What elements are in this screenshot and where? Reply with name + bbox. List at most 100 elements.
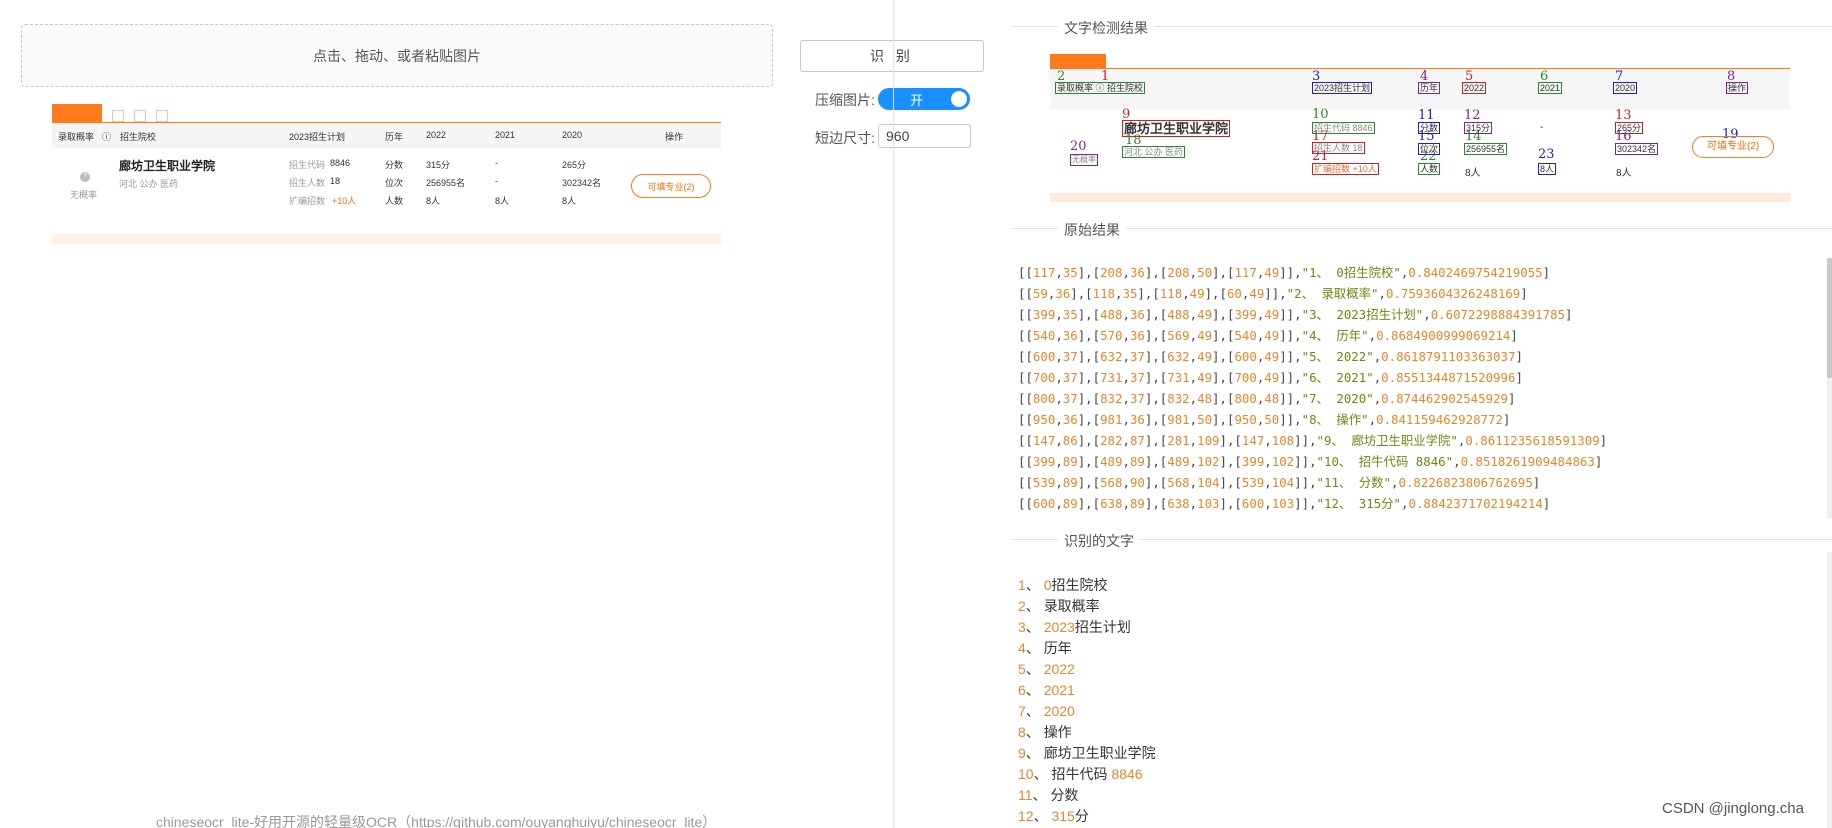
short-side-label: 短边尺寸: <box>815 130 875 146</box>
image-upload-area[interactable]: 点击、拖动、或者粘贴图片 <box>21 24 773 87</box>
expand-value: +10人 <box>332 196 357 206</box>
y2022-people: 8人 <box>426 196 441 206</box>
det-box: 2020 <box>1613 82 1638 94</box>
det-box: 2023招生计划 <box>1312 82 1373 94</box>
y2022-score: 315分 <box>426 160 451 170</box>
det-plain: - <box>1540 122 1544 133</box>
short-side-input[interactable] <box>878 124 971 148</box>
preview-tab <box>156 110 168 122</box>
det-box: 位次 <box>1418 143 1441 155</box>
raw-title: 原始结果 <box>1058 220 1126 240</box>
raw-line: [[539,89],[568,90],[568,104],[539,104]],… <box>1018 475 1541 490</box>
raw-line: [[950,36],[981,36],[981,50],[950,50]],"8… <box>1018 412 1511 427</box>
preview-header-cell: 录取概率 <box>58 132 95 142</box>
det-box: 招生代码 8846 <box>1312 122 1375 134</box>
preview-header-cell: 招生院校 <box>120 132 157 142</box>
det-topbar <box>1050 44 1790 68</box>
y2020-score: 265分 <box>562 160 587 170</box>
det-number: 20 <box>1070 139 1087 154</box>
det-box: 256955名 <box>1464 143 1508 155</box>
uploaded-image-preview: 录取概率 ⓘ 招生院校 2023招生计划 历年 2022 2021 2020 操… <box>52 104 721 244</box>
y2020-rank: 302342名 <box>562 178 602 188</box>
compress-label: 压缩图片: <box>815 92 875 108</box>
raw-line: [[59,36],[118,35],[118,49],[60,49]],"2、 … <box>1018 286 1528 301</box>
det-box: 可填专业(2) <box>1692 136 1775 158</box>
preview-tab <box>134 110 146 122</box>
preview-row: ? 无概率 廊坊卫生职业学院 河北 公办 医药 招生代码 8846 招生人数 1… <box>52 148 721 234</box>
code-value: 8846 <box>330 158 351 168</box>
det-plain: 8人 <box>1465 168 1481 179</box>
upload-hint: 点击、拖动、或者粘贴图片 <box>313 47 481 64</box>
recognized-index: 2 <box>1018 598 1026 614</box>
raw-line: [[399,89],[489,89],[489,102],[399,102]],… <box>1018 454 1603 469</box>
y2020-people: 8人 <box>562 196 577 206</box>
det-box: 315分 <box>1464 122 1493 134</box>
det-number: 12 <box>1464 108 1481 123</box>
preview-footband <box>52 234 721 244</box>
count-label: 招生人数 <box>289 178 326 188</box>
recognized-item: 1、 0招生院校 <box>1018 577 1108 593</box>
preview-tab-active <box>52 104 102 122</box>
det-tab-active <box>1050 54 1106 68</box>
kind-people: 人数 <box>385 196 404 206</box>
preview-header-cell: 2020 <box>562 130 583 140</box>
det-box: 无概率 <box>1070 154 1098 166</box>
question-icon: ? <box>80 172 90 182</box>
recognized-item: 2、 录取概率 <box>1018 598 1100 614</box>
raw-line: [[117,35],[208,36],[208,50],[117,49]],"1… <box>1018 265 1551 280</box>
det-box: 历年 <box>1418 82 1441 94</box>
compress-toggle[interactable]: 开 <box>878 88 970 110</box>
raw-line: [[399,35],[488,36],[488,49],[399,49]],"3… <box>1018 307 1573 322</box>
recognized-item: 9、 廊坊卫生职业学院 <box>1018 745 1156 761</box>
det-number: 23 <box>1538 147 1555 162</box>
raw-line: [[540,36],[570,36],[569,49],[540,49]],"4… <box>1018 328 1518 343</box>
school-tags: 河北 公办 医药 <box>119 179 179 189</box>
footer-credit: chineseocr_lite-好用开源的轻量级OCR（https://gith… <box>156 814 717 828</box>
recognized-index: 11 <box>1018 787 1033 803</box>
y2021-people: 8人 <box>495 196 510 206</box>
recognized-index: 6 <box>1018 682 1026 698</box>
preview-tabbar <box>52 104 721 122</box>
recognized-item: 4、 历年 <box>1018 640 1072 656</box>
det-box: 人数 <box>1418 163 1441 175</box>
panel-divider <box>893 0 894 828</box>
recognized-text-list: 1、 0招生院校 2、 录取概率 3、 2023招生计划 4、 历年 5、 2022 6、… <box>1018 575 1808 827</box>
y2021-rank: - <box>495 176 498 186</box>
kind-rank: 位次 <box>385 178 404 188</box>
preview-header-cell: 2023招生计划 <box>289 132 346 142</box>
recognized-index: 7 <box>1018 703 1026 719</box>
raw-line: [[700,37],[731,37],[731,49],[700,49]],"6… <box>1018 370 1523 385</box>
recognized-item: 10、 招牛代码 8846 <box>1018 766 1143 782</box>
toggle-knob <box>951 91 967 107</box>
recognized-index: 4 <box>1018 640 1026 656</box>
det-box: 265分 <box>1615 122 1644 134</box>
recognize-button[interactable]: 识 别 <box>800 40 984 72</box>
recognized-item: 5、 2022 <box>1018 661 1075 677</box>
det-box: 分数 <box>1418 122 1441 134</box>
det-box: 2022 <box>1462 82 1487 94</box>
recognized-item: 7、 2020 <box>1018 703 1075 719</box>
recognized-item: 6、 2021 <box>1018 682 1075 698</box>
det-band <box>1050 193 1790 202</box>
det-box: 302342名 <box>1615 143 1659 155</box>
raw-line: [[600,37],[632,37],[632,49],[600,49]],"5… <box>1018 349 1523 364</box>
recognized-title: 识别的文字 <box>1058 531 1140 551</box>
y2021-score: - <box>495 158 498 168</box>
det-box: 扩编招数 +10人 <box>1312 163 1379 175</box>
kind-score: 分数 <box>385 160 404 170</box>
raw-scroll-thumb[interactable] <box>1827 258 1832 378</box>
det-box: 廊坊卫生职业学院 <box>1122 120 1231 137</box>
det-box: 河北 公办 医药 <box>1122 146 1186 158</box>
recognized-item: 8、 操作 <box>1018 724 1072 740</box>
info-icon: ⓘ <box>102 132 112 142</box>
recognized-item: 3、 2023招生计划 <box>1018 619 1131 635</box>
raw-line: [[147,86],[282,87],[281,109],[147,108]],… <box>1018 433 1608 448</box>
det-box: 操作 <box>1726 82 1749 94</box>
detection-result-image: 2 1 3 4 5 6 7 8 录取概率 ⓘ 招生院校 2023招生计划 历年 … <box>1050 44 1790 202</box>
det-box: 2021 <box>1538 82 1563 94</box>
text-scrollbar[interactable] <box>1827 552 1832 828</box>
school-name: 廊坊卫生职业学院 <box>119 159 216 173</box>
probability-text: 无概率 <box>70 190 98 200</box>
raw-result-text[interactable]: [[117,35],[208,36],[208,50],[117,49]],"1… <box>1018 262 1818 514</box>
preview-header: 录取概率 ⓘ 招生院校 2023招生计划 历年 2022 2021 2020 操… <box>52 123 721 148</box>
